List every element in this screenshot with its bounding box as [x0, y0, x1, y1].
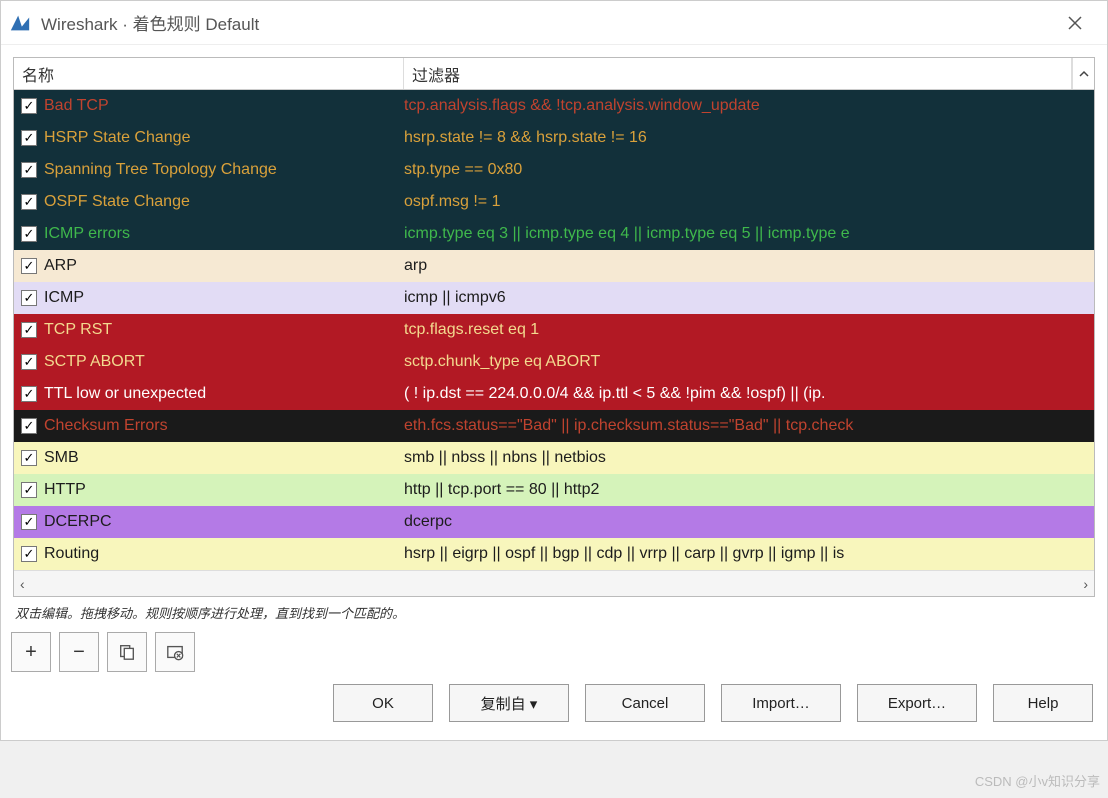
- rule-checkbox[interactable]: ✓: [14, 226, 44, 242]
- help-button[interactable]: Help: [993, 684, 1093, 722]
- hint-text: 双击编辑。拖拽移动。规则按顺序进行处理，直到找到一个匹配的。: [1, 597, 1107, 632]
- table-panel: 名称 过滤器 ✓Bad TCPtcp.analysis.flags && !tc…: [1, 45, 1107, 597]
- rule-checkbox[interactable]: ✓: [14, 546, 44, 562]
- table-row[interactable]: ✓TTL low or unexpected( ! ip.dst == 224.…: [14, 378, 1094, 410]
- rule-filter: hsrp.state != 8 && hsrp.state != 16: [404, 129, 1094, 147]
- table-row[interactable]: ✓HSRP State Changehsrp.state != 8 && hsr…: [14, 122, 1094, 154]
- rule-checkbox[interactable]: ✓: [14, 194, 44, 210]
- rule-name: ARP: [44, 257, 404, 275]
- copy-from-button[interactable]: 复制自 ▾: [449, 684, 569, 722]
- table-row[interactable]: ✓SCTP ABORTsctp.chunk_type eq ABORT: [14, 346, 1094, 378]
- rule-name: TCP RST: [44, 321, 404, 339]
- scroll-right-icon[interactable]: ›: [1083, 576, 1088, 592]
- scroll-up-button[interactable]: [1072, 58, 1094, 89]
- rule-name: Bad TCP: [44, 97, 404, 115]
- rule-checkbox[interactable]: ✓: [14, 354, 44, 370]
- rule-filter: icmp || icmpv6: [404, 289, 1094, 307]
- rule-checkbox[interactable]: ✓: [14, 98, 44, 114]
- rule-checkbox[interactable]: ✓: [14, 258, 44, 274]
- rule-filter: tcp.flags.reset eq 1: [404, 321, 1094, 339]
- table-header: 名称 过滤器: [14, 58, 1094, 90]
- rule-filter: arp: [404, 257, 1094, 275]
- rule-name: Spanning Tree Topology Change: [44, 161, 404, 179]
- close-button[interactable]: [1051, 3, 1099, 43]
- window-title: Wireshark · 着色规则 Default: [41, 10, 259, 35]
- rule-name: DCERPC: [44, 513, 404, 531]
- button-row: OK 复制自 ▾ Cancel Import… Export… Help: [1, 684, 1107, 740]
- rule-name: SCTP ABORT: [44, 353, 404, 371]
- rule-checkbox[interactable]: ✓: [14, 386, 44, 402]
- rule-name: HTTP: [44, 481, 404, 499]
- table-row[interactable]: ✓ARParp: [14, 250, 1094, 282]
- table-row[interactable]: ✓ICMPicmp || icmpv6: [14, 282, 1094, 314]
- rule-filter: dcerpc: [404, 513, 1094, 531]
- table-row[interactable]: ✓SMBsmb || nbss || nbns || netbios: [14, 442, 1094, 474]
- rule-name: ICMP errors: [44, 225, 404, 243]
- table-row[interactable]: ✓Bad TCPtcp.analysis.flags && !tcp.analy…: [14, 90, 1094, 122]
- rule-name: TTL low or unexpected: [44, 385, 404, 403]
- export-button[interactable]: Export…: [857, 684, 977, 722]
- table-row[interactable]: ✓DCERPCdcerpc: [14, 506, 1094, 538]
- scroll-left-icon[interactable]: ‹: [20, 576, 25, 592]
- table-row[interactable]: ✓HTTPhttp || tcp.port == 80 || http2: [14, 474, 1094, 506]
- rule-filter: sctp.chunk_type eq ABORT: [404, 353, 1094, 371]
- rule-filter: eth.fcs.status=="Bad" || ip.checksum.sta…: [404, 417, 1094, 435]
- watermark: CSDN @小v知识分享: [975, 771, 1100, 790]
- table-row[interactable]: ✓OSPF State Changeospf.msg != 1: [14, 186, 1094, 218]
- rule-checkbox[interactable]: ✓: [14, 322, 44, 338]
- rule-name: OSPF State Change: [44, 193, 404, 211]
- rule-checkbox[interactable]: ✓: [14, 482, 44, 498]
- rule-filter: ( ! ip.dst == 224.0.0.0/4 && ip.ttl < 5 …: [404, 385, 1094, 403]
- rule-name: Checksum Errors: [44, 417, 404, 435]
- table-row[interactable]: ✓Checksum Errorseth.fcs.status=="Bad" ||…: [14, 410, 1094, 442]
- rule-name: SMB: [44, 449, 404, 467]
- rule-name: Routing: [44, 545, 404, 563]
- clear-rule-button[interactable]: [155, 632, 195, 672]
- titlebar: Wireshark · 着色规则 Default: [1, 1, 1107, 45]
- horizontal-scrollbar[interactable]: ‹ ›: [14, 570, 1094, 596]
- ok-button[interactable]: OK: [333, 684, 433, 722]
- rule-filter: stp.type == 0x80: [404, 161, 1094, 179]
- rules-list: ✓Bad TCPtcp.analysis.flags && !tcp.analy…: [14, 90, 1094, 570]
- rule-checkbox[interactable]: ✓: [14, 130, 44, 146]
- add-rule-button[interactable]: +: [11, 632, 51, 672]
- rule-checkbox[interactable]: ✓: [14, 418, 44, 434]
- copy-rule-button[interactable]: [107, 632, 147, 672]
- rule-filter: hsrp || eigrp || ospf || bgp || cdp || v…: [404, 545, 1094, 563]
- table-row[interactable]: ✓TCP RSTtcp.flags.reset eq 1: [14, 314, 1094, 346]
- remove-rule-button[interactable]: −: [59, 632, 99, 672]
- rule-checkbox[interactable]: ✓: [14, 290, 44, 306]
- rule-filter: http || tcp.port == 80 || http2: [404, 481, 1094, 499]
- import-button[interactable]: Import…: [721, 684, 841, 722]
- rule-name: ICMP: [44, 289, 404, 307]
- column-header-name[interactable]: 名称: [14, 58, 404, 89]
- rule-filter: smb || nbss || nbns || netbios: [404, 449, 1094, 467]
- dialog-window: Wireshark · 着色规则 Default 名称 过滤器 ✓Bad TCP…: [0, 0, 1108, 741]
- rule-checkbox[interactable]: ✓: [14, 162, 44, 178]
- toolbar: + −: [1, 632, 1107, 684]
- table-row[interactable]: ✓Routinghsrp || eigrp || ospf || bgp || …: [14, 538, 1094, 570]
- wireshark-icon: [9, 12, 31, 34]
- rule-checkbox[interactable]: ✓: [14, 450, 44, 466]
- rule-filter: icmp.type eq 3 || icmp.type eq 4 || icmp…: [404, 225, 1094, 243]
- column-header-filter[interactable]: 过滤器: [404, 58, 1072, 89]
- rule-filter: tcp.analysis.flags && !tcp.analysis.wind…: [404, 97, 1094, 115]
- table-row[interactable]: ✓Spanning Tree Topology Changestp.type =…: [14, 154, 1094, 186]
- rule-checkbox[interactable]: ✓: [14, 514, 44, 530]
- rule-name: HSRP State Change: [44, 129, 404, 147]
- cancel-button[interactable]: Cancel: [585, 684, 705, 722]
- rule-filter: ospf.msg != 1: [404, 193, 1094, 211]
- table-row[interactable]: ✓ICMP errorsicmp.type eq 3 || icmp.type …: [14, 218, 1094, 250]
